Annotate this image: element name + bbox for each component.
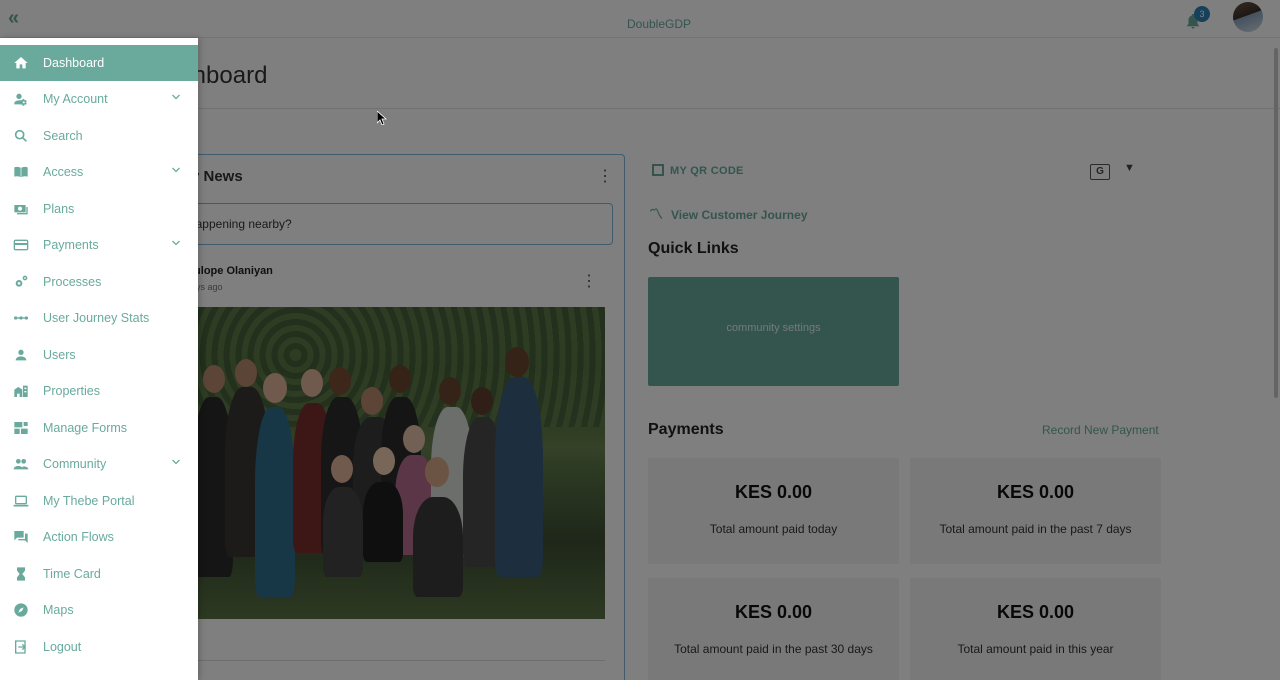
chevron-down-icon[interactable]	[170, 456, 182, 468]
sidebar-item-label: Manage Forms	[43, 421, 128, 435]
sidebar-item-search[interactable]: Search	[0, 118, 198, 154]
compass-icon	[12, 602, 30, 618]
sidebar-item-community[interactable]: Community	[0, 446, 198, 482]
sidebar-item-plans[interactable]: Plans	[0, 191, 198, 227]
book-icon	[12, 164, 30, 180]
sidebar-item-label: Access	[43, 165, 84, 179]
gears-icon	[12, 274, 30, 290]
chevron-down-icon[interactable]	[170, 237, 182, 249]
mouse-cursor-icon	[376, 110, 388, 126]
chevron-down-icon[interactable]	[170, 91, 182, 103]
sidebar-item-label: My Account	[43, 92, 108, 106]
sidebar-item-user-journey-stats[interactable]: User Journey Stats	[0, 300, 198, 336]
sidebar-item-time-card[interactable]: Time Card	[0, 556, 198, 592]
group-icon	[12, 456, 30, 472]
sidebar-item-label: Users	[43, 348, 76, 362]
sidebar-item-logout[interactable]: Logout	[0, 629, 198, 665]
sidebar-item-maps[interactable]: Maps	[0, 592, 198, 628]
account-settings-icon	[12, 91, 30, 107]
sidebar-item-label: Payments	[43, 238, 99, 252]
sidebar-item-label: Plans	[43, 202, 75, 216]
buildings-icon	[12, 383, 30, 399]
logout-icon	[12, 639, 30, 655]
credit-card-icon	[12, 237, 30, 253]
person-icon	[12, 347, 30, 363]
sidebar-item-label: Maps	[43, 603, 74, 617]
forms-icon	[12, 420, 30, 436]
hourglass-icon	[12, 566, 30, 582]
sidebar-item-label: Community	[43, 457, 107, 471]
sidebar-item-label: Search	[43, 129, 83, 143]
sidebar-item-properties[interactable]: Properties	[0, 373, 198, 409]
chat-icon	[12, 529, 30, 545]
sidebar-item-dashboard[interactable]: Dashboard	[0, 45, 198, 81]
sidebar-item-action-flows[interactable]: Action Flows	[0, 519, 198, 555]
navigation-drawer: Dashboard My Account Search Access Plans…	[0, 38, 198, 680]
sidebar-item-access[interactable]: Access	[0, 154, 198, 190]
sidebar-item-label: Processes	[43, 275, 102, 289]
sidebar-item-payments[interactable]: Payments	[0, 227, 198, 263]
sidebar-item-label: Logout	[43, 640, 82, 654]
laptop-icon	[12, 493, 30, 509]
home-icon	[12, 55, 30, 71]
sidebar-item-label: Time Card	[43, 567, 101, 581]
timeline-icon	[12, 310, 30, 326]
sidebar-item-label: My Thebe Portal	[43, 494, 135, 508]
sidebar-item-my-account[interactable]: My Account	[0, 81, 198, 117]
sidebar-item-processes[interactable]: Processes	[0, 264, 198, 300]
sidebar-item-label: Action Flows	[43, 530, 114, 544]
sidebar-item-label: Properties	[43, 384, 100, 398]
sidebar-item-label: Dashboard	[43, 56, 105, 70]
money-icon	[12, 201, 30, 217]
sidebar-item-manage-forms[interactable]: Manage Forms	[0, 410, 198, 446]
chevron-down-icon[interactable]	[170, 164, 182, 176]
sidebar-item-my-thebe-portal[interactable]: My Thebe Portal	[0, 483, 198, 519]
search-icon	[12, 128, 30, 144]
sidebar-item-label: User Journey Stats	[43, 311, 150, 325]
sidebar-item-users[interactable]: Users	[0, 337, 198, 373]
